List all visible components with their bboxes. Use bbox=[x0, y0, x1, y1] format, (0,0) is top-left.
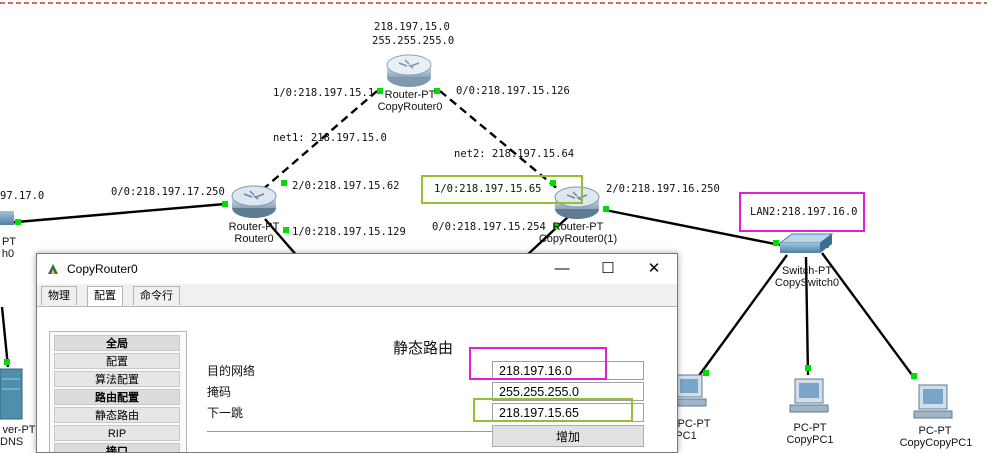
form-separator bbox=[207, 431, 497, 432]
nexthop-label: 下一跳 bbox=[207, 406, 244, 420]
static-route-title: 静态路由 bbox=[393, 340, 454, 357]
switch-copyswitch0-icon[interactable] bbox=[778, 233, 834, 253]
highlight-lan2 bbox=[739, 192, 865, 232]
mask-label: 掩码 bbox=[207, 385, 232, 399]
sidebar-item-interface[interactable]: 接口 bbox=[54, 443, 180, 452]
device-copypc1-type: PC-PT bbox=[793, 422, 827, 434]
link-label-r0-if2: 2/0:218.197.15.62 bbox=[292, 180, 400, 192]
sidebar-item-settings[interactable]: 配置 bbox=[54, 353, 180, 369]
packet-tracer-icon bbox=[46, 262, 60, 276]
add-button[interactable]: 增加 bbox=[492, 425, 644, 447]
network-left-partial-label: 97.17.0 bbox=[0, 190, 45, 202]
device-copyrouter0-1-type: Router-PT bbox=[552, 221, 604, 233]
maximize-button[interactable]: ☐ bbox=[585, 254, 631, 284]
sidebar-item-global[interactable]: 全局 bbox=[54, 335, 180, 351]
device-router0-name: Router0 bbox=[234, 233, 274, 245]
config-sidebar[interactable]: 全局 配置 算法配置 路由配置 静态路由 RIP 接口 bbox=[49, 331, 187, 452]
sidebar-item-routing[interactable]: 路由配置 bbox=[54, 389, 180, 405]
dialog-tabs: 物理 配置 命令行 bbox=[37, 286, 677, 307]
device-copyswitch0-name: CopySwitch0 bbox=[774, 277, 840, 289]
device-server-name: DNS bbox=[0, 436, 24, 448]
device-server-type: ver-PT bbox=[2, 424, 36, 436]
highlight-network-input bbox=[469, 347, 607, 380]
tab-cli[interactable]: 命令行 bbox=[133, 286, 180, 305]
highlight-cr01-if1 bbox=[421, 175, 583, 204]
device-copyrouter0-1-name: CopyRouter0(1) bbox=[538, 233, 618, 245]
tab-config[interactable]: 配置 bbox=[87, 286, 123, 307]
network-top-address: 218.197.15.0 bbox=[374, 21, 450, 33]
sidebar-item-algorithm[interactable]: 算法配置 bbox=[54, 371, 180, 387]
minimize-button[interactable]: — bbox=[539, 254, 585, 284]
link-label-r0-if0: 0/0:218.197.17.250 bbox=[111, 186, 225, 198]
network-net1-label: net1: 218.197.15.0 bbox=[273, 132, 387, 144]
router-router0-icon[interactable] bbox=[231, 185, 277, 218]
device-left-switch-name: h0 bbox=[1, 248, 15, 260]
close-button[interactable]: ✕ bbox=[631, 254, 677, 284]
dialog-titlebar[interactable]: CopyRouter0 — ☐ ✕ bbox=[37, 254, 677, 284]
switch-left-partial-icon[interactable] bbox=[0, 211, 14, 225]
link-label-cr0-if0: 0/0:218.197.15.126 bbox=[456, 85, 570, 97]
sidebar-item-rip[interactable]: RIP bbox=[54, 425, 180, 441]
link-label-cr0-if1: 1/0:218.197.15.1 bbox=[273, 87, 375, 99]
server-partial-icon[interactable] bbox=[0, 368, 23, 420]
device-pc-partial-type: PC-PT bbox=[677, 418, 711, 430]
network-net2-label: net2: 218.197.15.64 bbox=[454, 148, 575, 160]
link-label-cr01-if2: 2/0:218.197.16.250 bbox=[606, 183, 720, 195]
network-top-mask: 255.255.255.0 bbox=[372, 35, 455, 47]
device-copypc1-name: CopyPC1 bbox=[786, 434, 834, 446]
device-copyrouter0-name: CopyRouter0 bbox=[377, 101, 443, 113]
link-left-server bbox=[0, 306, 10, 368]
device-left-switch-type: PT bbox=[1, 236, 17, 248]
device-router0-type: Router-PT bbox=[228, 221, 280, 233]
device-copycopypc1-type: PC-PT bbox=[918, 425, 952, 437]
device-copyrouter0-type: Router-PT bbox=[384, 89, 436, 101]
dialog-title: CopyRouter0 bbox=[67, 262, 138, 276]
device-copyswitch0-type: Switch-PT bbox=[781, 265, 833, 277]
network-label: 目的网络 bbox=[207, 364, 256, 378]
pc-copypc1-icon[interactable] bbox=[789, 378, 829, 413]
link-r0-left bbox=[4, 202, 226, 225]
router-copyrouter0-icon[interactable] bbox=[386, 54, 432, 87]
sidebar-item-static-route[interactable]: 静态路由 bbox=[54, 407, 180, 423]
highlight-nexthop-input bbox=[473, 398, 633, 422]
tab-physical[interactable]: 物理 bbox=[41, 286, 77, 305]
pc-copycopypc1-icon[interactable] bbox=[913, 384, 953, 419]
device-copycopypc1-name: CopyCopyPC1 bbox=[899, 437, 973, 449]
link-label-r0-if1: 1/0:218.197.15.129 bbox=[292, 226, 406, 238]
